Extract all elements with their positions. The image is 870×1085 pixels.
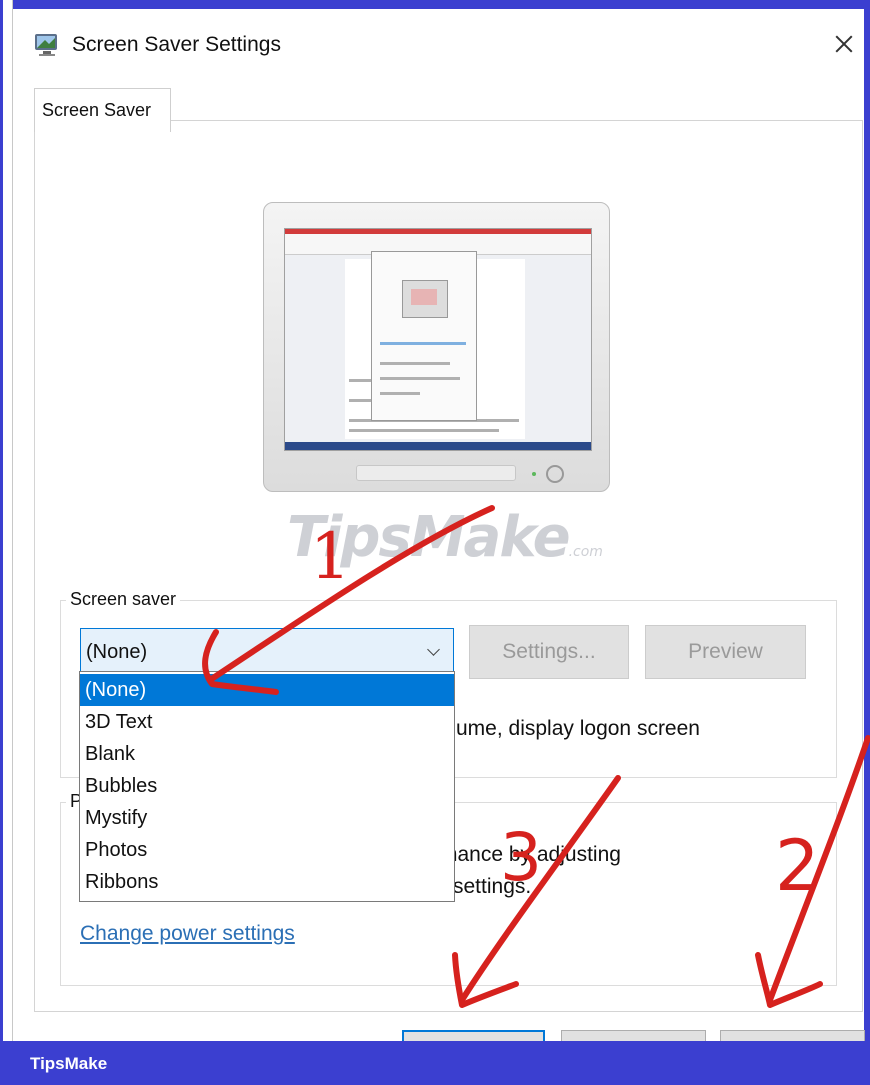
list-item-label: Mystify: [85, 807, 148, 829]
window-title: Screen Saver Settings: [72, 33, 281, 56]
list-item[interactable]: (None): [80, 674, 454, 706]
tab-screen-saver[interactable]: Screen Saver: [34, 88, 171, 132]
preview-dialog: [371, 251, 477, 421]
power-description-line2: settings.: [453, 875, 532, 898]
brand-bar-text: TipsMake: [30, 1054, 108, 1073]
preview-dialog-line: [380, 377, 460, 380]
list-item-label: Bubbles: [85, 775, 158, 797]
preview-dialog-line: [380, 362, 450, 365]
list-item-label: Photos: [85, 839, 148, 861]
monitor-icon: [35, 34, 57, 56]
resume-logon-label: ume, display logon screen: [456, 717, 700, 740]
monitor-preview: [263, 202, 610, 492]
list-item-label: 3D Text: [85, 711, 153, 733]
preview-dialog-line: [380, 392, 420, 395]
list-item-label: Ribbons: [85, 871, 159, 893]
frame-right-border: [864, 0, 870, 1085]
list-item[interactable]: Mystify: [80, 802, 454, 834]
brand-bar: TipsMake: [0, 1041, 870, 1085]
tab-label: Screen Saver: [42, 100, 152, 120]
list-item[interactable]: Blank: [80, 738, 454, 770]
list-item[interactable]: Photos: [80, 834, 454, 866]
title-bar: Screen Saver Settings: [13, 9, 864, 79]
monitor-power-icon: [546, 465, 564, 483]
frame-left-strip: [0, 0, 3, 1085]
screen-saver-dropdown-list: (None) 3D Text Blank Bubbles Mystify Pho…: [79, 671, 455, 902]
list-item-label: Blank: [85, 743, 136, 765]
preview-button[interactable]: Preview: [645, 625, 806, 679]
preview-screen: [284, 228, 592, 451]
preview-dialog-monitor: [402, 280, 448, 318]
watermark-suffix: .com: [568, 544, 603, 560]
screen-saver-select[interactable]: (None): [80, 628, 454, 676]
monitor-bezel-slot: [356, 465, 516, 481]
list-item[interactable]: Ribbons: [80, 866, 454, 898]
frame-top-border: [0, 0, 870, 9]
preview-doc-line: [349, 429, 499, 432]
watermark-logo: TipsMake.com: [287, 505, 603, 570]
settings-button[interactable]: Settings...: [469, 625, 629, 679]
chevron-down-icon: [427, 643, 440, 656]
list-item[interactable]: Bubbles: [80, 770, 454, 802]
watermark-text: TipsMake: [287, 505, 571, 570]
preview-taskbar: [285, 442, 591, 450]
list-item[interactable]: 3D Text: [80, 706, 454, 738]
monitor-led: [532, 472, 536, 476]
preview-dialog-line: [380, 342, 466, 345]
close-button[interactable]: [825, 27, 861, 63]
change-power-settings-link[interactable]: Change power settings: [80, 922, 295, 946]
screen-saver-select-value: (None): [86, 641, 148, 663]
list-item-label: (None): [85, 679, 147, 701]
power-description-line1: mance by adjusting: [440, 843, 621, 866]
screen-saver-group-label: Screen saver: [66, 589, 181, 610]
frame-left-border: [0, 0, 13, 1085]
